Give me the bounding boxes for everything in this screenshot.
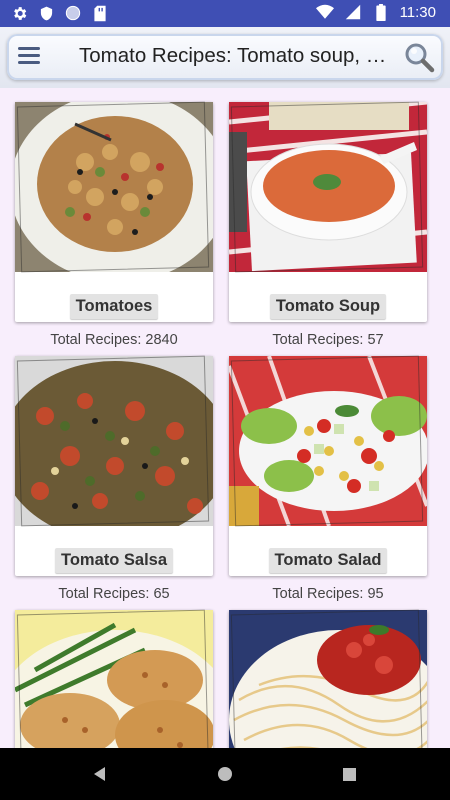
spaghetti-tomato-sauce-photo (229, 610, 427, 748)
tomato-cutlets-photo (15, 610, 213, 748)
category-card-tomato-salsa[interactable]: Tomato Salsa Total Recipes: 65 (15, 355, 213, 602)
category-card-tomato-soup[interactable]: Tomato Soup Total Recipes: 57 (229, 101, 427, 348)
category-card-6[interactable] (229, 609, 427, 748)
status-bar: 11:30 (0, 0, 450, 27)
tomato-salad-photo (229, 356, 427, 526)
clock: 11:30 (399, 3, 436, 21)
category-grid: Tomatoes Total Recipes: 2840 Tomato Soup… (0, 88, 450, 748)
system-nav-bar (0, 748, 450, 800)
pasta-salad-photo (15, 102, 213, 272)
search-icon[interactable] (403, 41, 435, 73)
recipe-count: Total Recipes: 65 (58, 586, 170, 602)
tomato-soup-photo (229, 102, 427, 272)
battery-icon (372, 3, 390, 21)
settings-icon (10, 4, 28, 22)
circle-icon (64, 4, 82, 22)
hamburger-menu-icon[interactable] (18, 45, 44, 69)
page-title: Tomato Recipes: Tomato soup, Salsa (79, 44, 389, 67)
signal-icon (344, 3, 362, 21)
category-label: Tomato Soup (229, 294, 427, 319)
back-icon[interactable] (88, 762, 112, 786)
wifi-icon (315, 3, 334, 21)
tomato-salsa-photo (15, 356, 213, 526)
category-card-5[interactable] (15, 609, 213, 748)
sd-card-icon (91, 4, 109, 22)
recipe-count: Total Recipes: 57 (272, 332, 384, 348)
category-label: Tomato Salsa (15, 548, 213, 573)
category-card-tomatoes[interactable]: Tomatoes Total Recipes: 2840 (15, 101, 213, 348)
recipe-count: Total Recipes: 2840 (50, 332, 178, 348)
category-card-tomato-salad[interactable]: Tomato Salad Total Recipes: 95 (229, 355, 427, 602)
app-bar-panel: Tomato Recipes: Tomato soup, Salsa (7, 34, 443, 80)
home-icon[interactable] (213, 762, 237, 786)
shield-icon (37, 4, 55, 22)
recents-icon[interactable] (337, 762, 361, 786)
recipe-count: Total Recipes: 95 (272, 586, 384, 602)
category-label: Tomatoes (15, 294, 213, 319)
category-label: Tomato Salad (229, 548, 427, 573)
app-bar: Tomato Recipes: Tomato soup, Salsa (0, 27, 450, 88)
